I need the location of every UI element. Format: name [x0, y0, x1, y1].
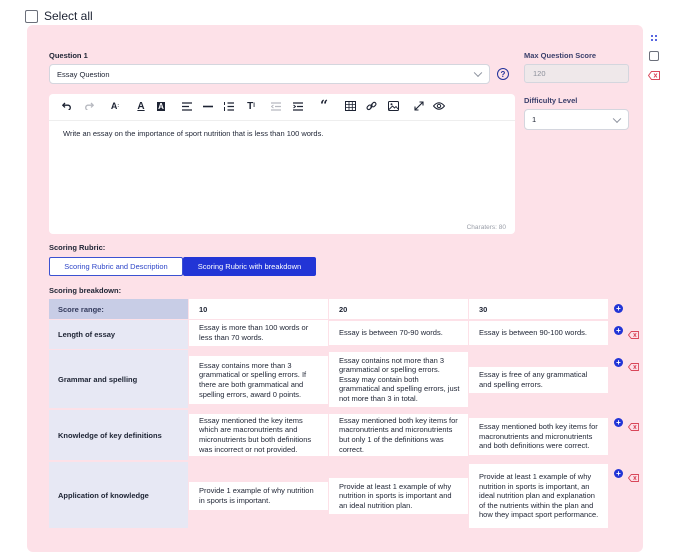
rubric-cell[interactable]: Provide at least 1 example of why nutrit…: [469, 464, 608, 528]
add-row-icon[interactable]: +: [614, 326, 623, 335]
difficulty-value: 1: [532, 115, 537, 124]
delete-row-icon[interactable]: [627, 418, 639, 436]
rubric-cell[interactable]: Essay contains more than 3 grammatical o…: [189, 356, 328, 404]
add-row-icon[interactable]: +: [614, 418, 623, 427]
chevron-down-icon: [473, 68, 483, 78]
rubric-cell[interactable]: Essay is free of any grammatical and spe…: [469, 367, 608, 393]
fullscreen-icon[interactable]: [412, 99, 426, 113]
rubric-cell[interactable]: Essay is between 90-100 words.: [469, 321, 608, 345]
add-row-icon[interactable]: +: [614, 469, 623, 478]
score-range-header: Score range:: [49, 299, 188, 319]
scoring-breakdown-label: Scoring breakdown:: [49, 286, 122, 295]
difficulty-select[interactable]: 1: [524, 109, 629, 130]
character-count: Charaters: 80: [466, 224, 506, 231]
help-icon[interactable]: ?: [497, 68, 509, 80]
text-color-icon[interactable]: A: [134, 99, 148, 113]
criterion-definitions[interactable]: Knowledge of key definitions: [49, 410, 188, 460]
indent-icon[interactable]: [291, 99, 305, 113]
criterion-grammar[interactable]: Grammar and spelling: [49, 350, 188, 408]
rubric-cell[interactable]: Essay mentioned both key items for macro…: [469, 418, 608, 455]
table-icon[interactable]: [343, 99, 357, 113]
rubric-cell[interactable]: Essay mentioned the key items which are …: [189, 414, 328, 456]
delete-question-icon[interactable]: [647, 67, 660, 85]
max-score-label: Max Question Score: [524, 51, 597, 60]
align-left-icon[interactable]: [180, 99, 194, 113]
question-label: Question 1: [49, 51, 88, 60]
select-all-label: Select all: [44, 9, 93, 23]
rubric-cell[interactable]: Provide 1 example of why nutrition in sp…: [189, 482, 328, 510]
select-all-checkbox[interactable]: [25, 9, 38, 23]
question-text[interactable]: Write an essay on the importance of spor…: [63, 129, 323, 138]
image-icon[interactable]: [386, 99, 400, 113]
outdent-icon[interactable]: [269, 99, 283, 113]
horizontal-rule-icon[interactable]: [201, 99, 215, 113]
rubric-cell[interactable]: Essay is between 70-90 words.: [329, 321, 468, 345]
font-size-icon[interactable]: A:: [108, 99, 122, 113]
rubric-cell[interactable]: Provide at least 1 example of why nutrit…: [329, 478, 468, 514]
criterion-length[interactable]: Length of essay: [49, 320, 188, 349]
max-score-placeholder: 120: [533, 69, 546, 78]
question-type-value: Essay Question: [57, 69, 110, 79]
score-column-header[interactable]: 30: [469, 299, 608, 319]
rubric-cell[interactable]: Essay contains not more than 3 grammatic…: [329, 352, 468, 407]
preview-eye-icon[interactable]: [432, 99, 446, 113]
undo-icon[interactable]: [60, 99, 74, 113]
question-type-select[interactable]: Essay Question: [49, 64, 490, 84]
question-checkbox[interactable]: [649, 51, 659, 61]
ordered-list-icon[interactable]: [222, 99, 236, 113]
max-score-input[interactable]: 120: [524, 64, 629, 83]
tab-rubric-description[interactable]: Scoring Rubric and Description: [49, 257, 183, 276]
drag-handle-icon[interactable]: [650, 29, 658, 41]
score-column-header[interactable]: 10: [189, 299, 328, 319]
chevron-down-icon: [612, 114, 622, 123]
editor-toolbar: A: A A TI “: [49, 94, 515, 121]
delete-row-icon[interactable]: [627, 326, 639, 344]
difficulty-label: Difficulty Level: [524, 96, 578, 105]
delete-row-icon[interactable]: [627, 358, 639, 376]
rubric-cell[interactable]: Essay mentioned both key items for macro…: [329, 414, 468, 456]
criterion-application[interactable]: Application of knowledge: [49, 462, 188, 528]
question-side-tools: [646, 27, 664, 81]
scoring-rubric-label: Scoring Rubric:: [49, 243, 106, 252]
rubric-cell[interactable]: Essay is more than 100 words or less tha…: [189, 320, 328, 346]
tab-rubric-breakdown[interactable]: Scoring Rubric with breakdown: [183, 257, 316, 276]
delete-row-icon[interactable]: [627, 469, 639, 487]
link-icon[interactable]: [364, 99, 378, 113]
blockquote-icon[interactable]: “: [317, 98, 331, 114]
question-editor[interactable]: A: A A TI “ Write an essay on the import…: [49, 94, 515, 234]
score-column-header[interactable]: 20: [329, 299, 468, 319]
highlight-color-icon[interactable]: A: [154, 99, 168, 113]
add-column-icon[interactable]: +: [614, 304, 623, 313]
redo-icon[interactable]: [82, 99, 96, 113]
text-format-icon[interactable]: TI: [244, 99, 258, 113]
select-all[interactable]: Select all: [25, 9, 93, 23]
add-row-icon[interactable]: +: [614, 358, 623, 367]
